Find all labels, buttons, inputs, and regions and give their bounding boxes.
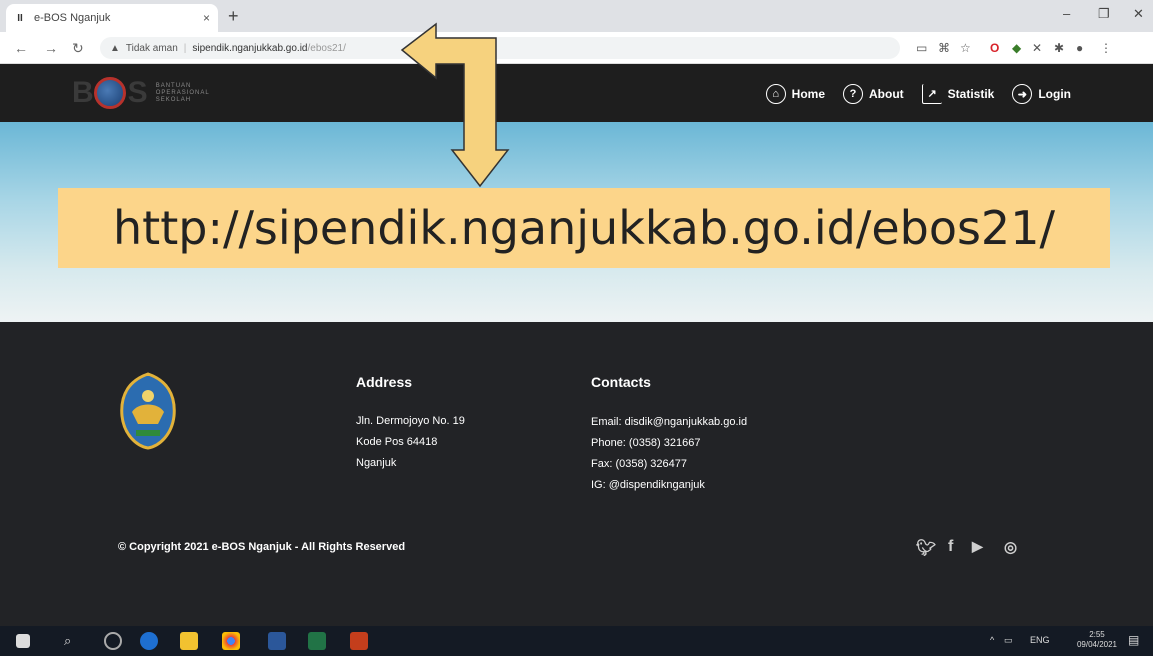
tab-title: e-BOS Nganjuk — [34, 12, 111, 24]
url-banner: http://sipendik.nganjukkab.go.id/ebos21/ — [58, 188, 1110, 268]
word-icon[interactable] — [268, 632, 286, 650]
site-footer — [0, 322, 1153, 626]
browser-tab-strip: II e-BOS Nganjuk × + – ❐ ✕ — [0, 0, 1153, 32]
address-heading: Address — [356, 374, 413, 390]
menu-login[interactable]: ➜ Login — [1012, 84, 1071, 104]
start-icon[interactable] — [16, 634, 30, 648]
screen: II e-BOS Nganjuk × + – ❐ ✕ ← → ↻ ▲ Tidak… — [0, 0, 1153, 656]
divider: | — [183, 42, 187, 54]
file-explorer-icon[interactable] — [180, 632, 198, 650]
clock-time: 2:55 — [1089, 630, 1105, 639]
favicon-icon: II — [17, 12, 23, 24]
language-indicator[interactable]: ENG — [1030, 635, 1050, 645]
chart-icon: ↗ — [921, 84, 942, 104]
logo-subtitle: BANTUAN OPERASIONAL SEKOLAH — [155, 82, 210, 103]
logo-letter-s: S — [127, 76, 148, 109]
site-header: B S BANTUAN OPERASIONAL SEKOLAH ⌂ Home ?… — [0, 64, 1153, 122]
menu-home-label: Home — [791, 87, 825, 101]
bookmark-star-icon[interactable]: ☆ — [960, 41, 971, 55]
minimize-icon[interactable]: – — [1063, 6, 1070, 21]
url-host: sipendik.nganjukkab.go.id — [192, 42, 308, 54]
address-line: Jln. Dermojoyo No. 19 — [356, 415, 465, 427]
kebab-menu-icon[interactable]: ⋮ — [1100, 41, 1112, 55]
banner-url-text: http://sipendik.nganjukkab.go.id/ebos21/ — [113, 201, 1055, 255]
clock[interactable]: 2:55 09/04/2021 — [1077, 630, 1117, 650]
logo-letter-b: B — [72, 76, 94, 109]
contacts-heading: Contacts — [591, 374, 651, 390]
back-icon[interactable]: ← — [14, 40, 28, 56]
security-label: Tidak aman — [125, 42, 178, 54]
battery-icon[interactable]: ▭ — [1004, 635, 1013, 646]
logo-globe-icon — [93, 77, 126, 109]
twitter-icon[interactable]: 🐦︎ — [916, 538, 936, 558]
menu-login-label: Login — [1038, 87, 1071, 101]
copyright-text: © Copyright 2021 e-BOS Nganjuk - All Rig… — [118, 541, 406, 553]
restore-icon[interactable]: ❐ — [1098, 6, 1110, 22]
new-tab-button[interactable]: + — [228, 6, 239, 27]
question-icon: ? — [843, 84, 863, 104]
url-path: /ebos21/ — [307, 42, 346, 54]
powerpoint-icon[interactable] — [350, 632, 368, 650]
login-icon: ➜ — [1012, 84, 1033, 104]
annotation-arrow-icon — [400, 22, 510, 188]
forward-icon[interactable]: → — [44, 40, 58, 56]
regency-emblem-icon — [120, 372, 176, 450]
edge-icon[interactable] — [140, 632, 158, 650]
menu-statistik-label: Statistik — [947, 87, 995, 101]
translate-icon[interactable]: ⌘ — [938, 41, 950, 55]
cast-icon[interactable]: ▭ — [916, 41, 927, 55]
contact-phone: Phone: (0358) 321667 — [591, 437, 701, 449]
reload-icon[interactable]: ↻ — [72, 40, 84, 57]
close-window-icon[interactable]: ✕ — [1133, 6, 1144, 22]
warning-icon: ▲ — [110, 42, 120, 54]
extension-icon[interactable]: ◆ — [1012, 41, 1021, 55]
contact-instagram[interactable]: IG: @dispendiknganjuk — [591, 479, 705, 491]
contact-fax: Fax: (0358) 326477 — [591, 458, 688, 470]
address-line: Nganjuk — [356, 457, 397, 469]
task-view-icon[interactable] — [104, 632, 122, 650]
tab-close-icon[interactable]: × — [203, 11, 210, 25]
browser-tab[interactable]: II e-BOS Nganjuk × — [6, 4, 218, 32]
menu-about-label: About — [869, 87, 904, 101]
opera-icon[interactable]: O — [990, 41, 999, 55]
menu-about[interactable]: ? About — [843, 84, 904, 104]
clock-date: 09/04/2021 — [1076, 640, 1117, 649]
home-icon: ⌂ — [765, 84, 786, 104]
site-logo[interactable]: B S BANTUAN OPERASIONAL SEKOLAH — [72, 76, 210, 110]
profile-avatar-icon[interactable]: ● — [1076, 41, 1083, 55]
address-line: Kode Pos 64418 — [356, 436, 438, 448]
notification-icon[interactable]: ▤ — [1128, 633, 1139, 647]
main-menu: ⌂ Home ? About ↗ Statistik ➜ Login — [748, 84, 1071, 104]
contact-email[interactable]: Email: disdik@nganjukkab.go.id — [591, 416, 747, 428]
browser-toolbar: ← → ↻ ▲ Tidak aman | sipendik.nganjukkab… — [0, 32, 1153, 64]
excel-icon[interactable] — [308, 632, 326, 650]
extension-x-icon[interactable]: ✕ — [1032, 41, 1042, 55]
menu-home[interactable]: ⌂ Home — [765, 84, 825, 104]
tray-up-icon[interactable]: ^ — [990, 635, 994, 645]
windows-taskbar: ⌕ ^ ▭ ENG 2:55 09/04/2021 ▤ — [0, 626, 1153, 656]
facebook-icon[interactable]: f — [948, 538, 953, 556]
search-icon[interactable]: ⌕ — [64, 633, 71, 649]
youtube-icon[interactable]: ▶ — [972, 538, 983, 555]
puzzle-icon[interactable]: ✱ — [1054, 41, 1064, 55]
menu-statistik[interactable]: ↗ Statistik — [921, 84, 995, 104]
instagram-icon[interactable]: ◎ — [1004, 538, 1017, 556]
chrome-icon[interactable] — [222, 632, 240, 650]
